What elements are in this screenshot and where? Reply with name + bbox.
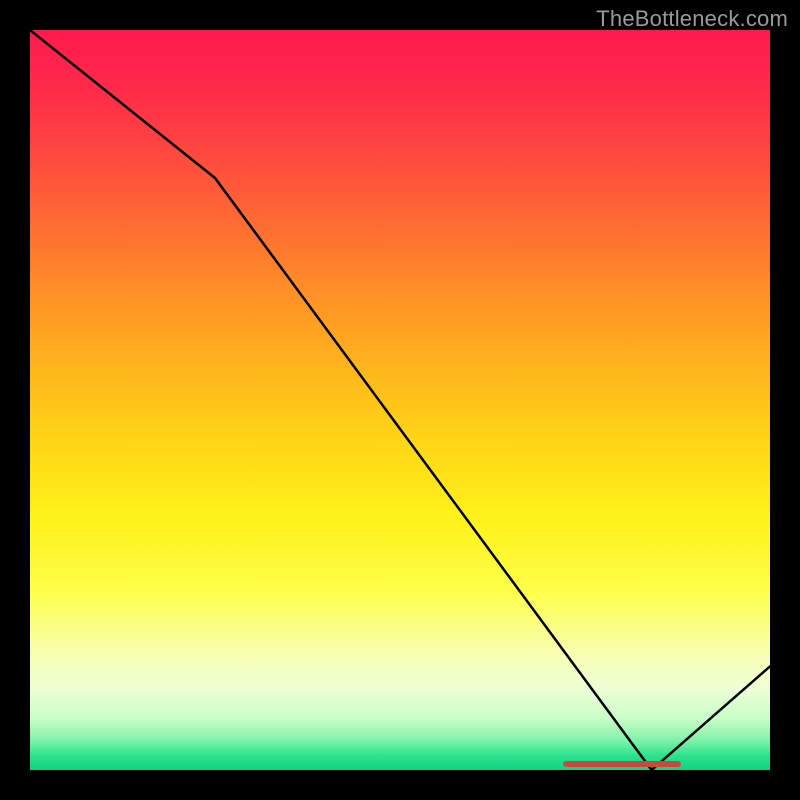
chart-frame: TheBottleneck.com: [0, 0, 800, 800]
watermark-text: TheBottleneck.com: [596, 6, 788, 32]
curve-polyline: [30, 30, 770, 770]
plot-area: [30, 30, 770, 770]
bottleneck-curve: [30, 30, 770, 770]
optimal-range-marker: [563, 761, 681, 767]
